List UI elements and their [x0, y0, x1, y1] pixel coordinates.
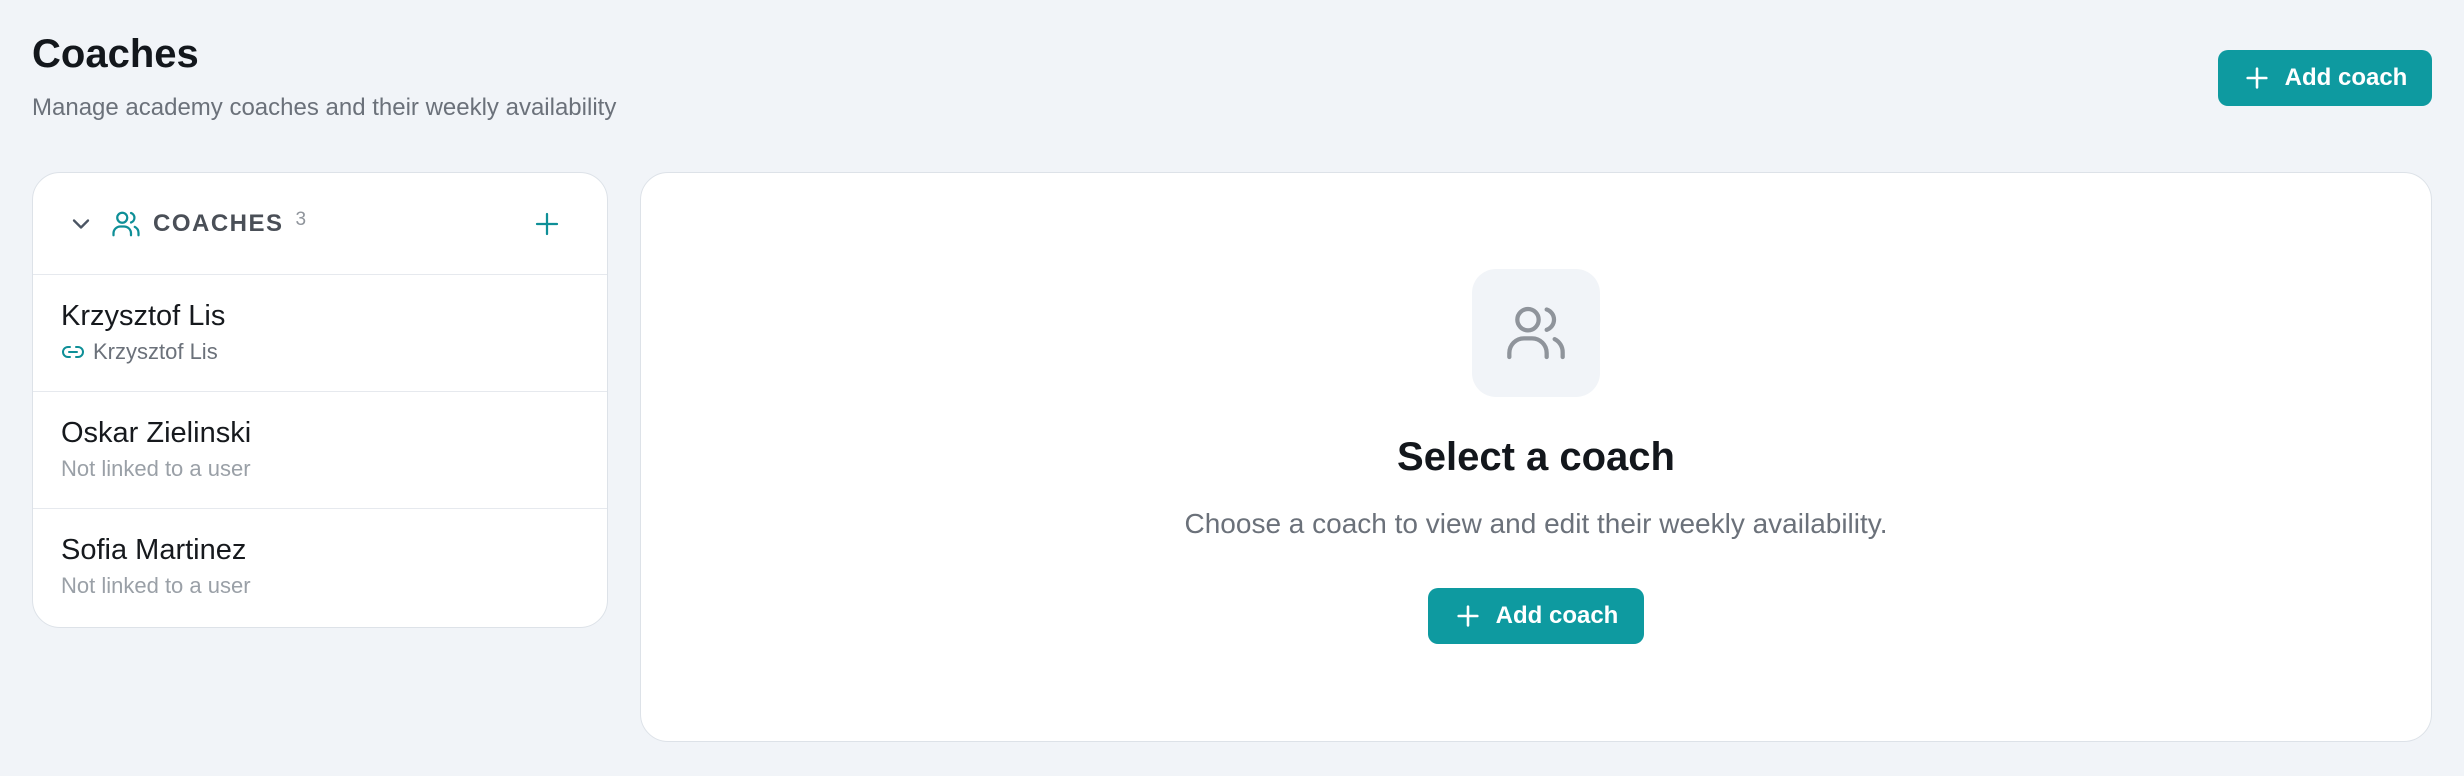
coach-link-status: Not linked to a user [61, 573, 251, 598]
empty-state-add-coach-button[interactable]: Add coach [1428, 588, 1644, 644]
plus-icon [1457, 605, 1479, 627]
add-coach-button[interactable]: Add coach [2218, 50, 2432, 106]
plus-icon [535, 212, 559, 235]
coach-link-status: Not linked to a user [61, 456, 251, 481]
coach-name: Sofia Martinez [61, 534, 247, 566]
coach-list-header: COACHES 3 [33, 173, 607, 275]
coach-list-panel: COACHES 3 Krzysztof Lis Krzysztof Lis Os… [32, 172, 608, 628]
coach-detail-panel: Select a coach Choose a coach to view an… [640, 172, 2432, 742]
coach-name: Oskar Zielinski [61, 417, 252, 449]
page-subtitle: Manage academy coaches and their weekly … [32, 94, 617, 121]
coach-linked-user: Krzysztof Lis [61, 339, 579, 365]
coach-list-item[interactable]: Sofia Martinez Not linked to a user [33, 509, 607, 626]
empty-state-add-coach-label: Add coach [1495, 602, 1619, 629]
empty-state-description: Choose a coach to view and edit their we… [1184, 508, 1888, 539]
empty-state-icon-box [1472, 269, 1600, 397]
coach-list-item[interactable]: Krzysztof Lis Krzysztof Lis [33, 275, 607, 392]
empty-state: Select a coach Choose a coach to view an… [641, 269, 2431, 644]
plus-icon [2246, 67, 2268, 89]
coach-list-title: COACHES [153, 209, 284, 237]
coach-list-item[interactable]: Oskar Zielinski Not linked to a user [33, 392, 607, 509]
page-title: Coaches [32, 32, 199, 76]
add-coach-button-label: Add coach [2284, 64, 2408, 91]
users-icon [1507, 306, 1565, 360]
coach-count-badge: 3 [295, 208, 307, 230]
users-icon [112, 211, 140, 236]
list-add-coach-button[interactable] [527, 204, 567, 244]
coach-linked-user-name: Krzysztof Lis [93, 339, 218, 364]
coach-name: Krzysztof Lis [61, 300, 226, 332]
empty-state-title: Select a coach [1397, 435, 1675, 479]
link-icon [62, 346, 84, 358]
chevron-down-icon[interactable] [67, 210, 95, 238]
